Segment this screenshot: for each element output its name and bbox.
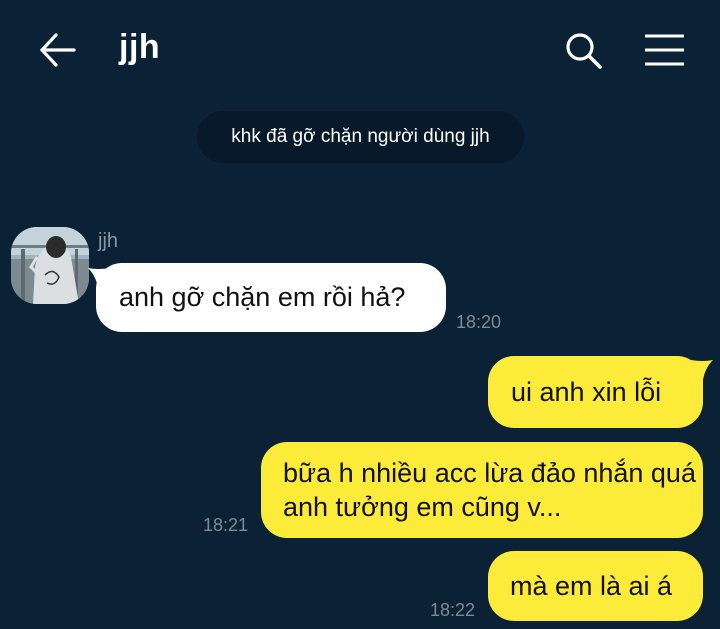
message-bubble-incoming[interactable]: anh gỡ chặn em rồi hả? — [96, 263, 446, 332]
sender-name: jjh — [98, 230, 119, 252]
chat-header: jjh — [0, 0, 720, 100]
chat-title: jjh — [119, 28, 161, 66]
message-bubble-outgoing[interactable]: ui anh xin lỗi — [488, 356, 703, 428]
message-time: 18:21 — [203, 515, 249, 535]
arrow-left-icon — [40, 33, 76, 67]
message-bubble-outgoing[interactable]: bữa h nhiều acc lừa đảo nhắn quá anh tưở… — [261, 442, 703, 538]
system-notice: khk đã gỡ chặn người dùng jjh — [197, 111, 524, 163]
search-button[interactable] — [562, 30, 606, 72]
back-button[interactable] — [36, 30, 80, 70]
search-icon — [566, 33, 602, 69]
hamburger-menu-icon — [645, 34, 684, 66]
message-bubble-outgoing[interactable]: mà em là ai á — [488, 551, 703, 621]
message-time: 18:22 — [430, 600, 476, 620]
avatar[interactable] — [11, 227, 89, 304]
menu-button[interactable] — [640, 32, 688, 70]
message-time: 18:20 — [456, 312, 502, 332]
